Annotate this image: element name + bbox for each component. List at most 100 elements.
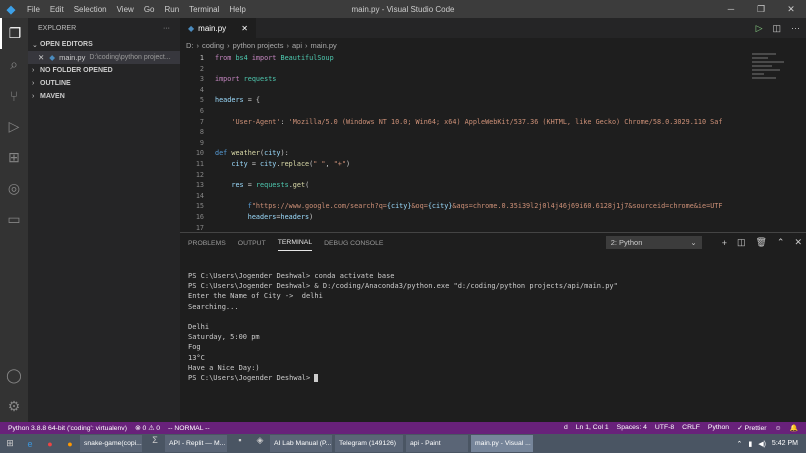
breadcrumb-item[interactable]: python projects <box>233 41 284 50</box>
taskbar-app[interactable]: Telegram (149126) <box>335 435 403 452</box>
menu-go[interactable]: Go <box>144 5 155 14</box>
new-terminal-icon[interactable]: + <box>722 238 727 248</box>
problems-count[interactable]: ⊗ 0 ⚠ 0 <box>135 424 160 432</box>
menu-file[interactable]: File <box>27 5 40 14</box>
tab-output[interactable]: OUTPUT <box>238 236 266 251</box>
status-item[interactable]: Spaces: 4 <box>617 424 647 432</box>
extensions-icon[interactable]: ⊞ <box>0 142 28 173</box>
code-token: = { <box>243 96 261 105</box>
volume-icon[interactable]: ◀) <box>758 440 766 448</box>
tab-main-py[interactable]: ◆ main.py ✕ <box>180 18 256 38</box>
breadcrumb-item[interactable]: main.py <box>311 41 337 50</box>
code-line[interactable]: 9 <box>180 138 806 149</box>
code-line[interactable]: 8 <box>180 127 806 138</box>
more-actions-button[interactable]: ··· <box>163 25 170 32</box>
remote-icon[interactable]: ◎ <box>0 173 28 204</box>
tab-problems[interactable]: PROBLEMS <box>188 236 226 251</box>
code-line[interactable]: 12 <box>180 170 806 181</box>
code-editor[interactable]: 1 from bs4 import BeautifulSoup 2 3 import r… <box>180 53 806 233</box>
status-item[interactable]: Ln 1, Col 1 <box>576 424 609 432</box>
menu-run[interactable]: Run <box>164 5 179 14</box>
taskbar-app[interactable]: api - Paint <box>406 435 468 452</box>
network-icon[interactable]: ▮ <box>748 440 752 448</box>
python-interpreter[interactable]: Python 3.8.8 64-bit ('coding': virtualen… <box>8 425 127 432</box>
code-line[interactable]: 1 from bs4 import BeautifulSoup <box>180 53 806 64</box>
code-line[interactable]: 4 <box>180 85 806 96</box>
menu-help[interactable]: Help <box>229 5 245 14</box>
notifications-icon[interactable]: 🔔 <box>790 424 798 432</box>
close-window-icon[interactable]: ✕ <box>776 0 806 18</box>
terminal-select[interactable]: 2: Python ⌄ <box>605 236 702 249</box>
edge-icon[interactable]: e <box>20 439 40 449</box>
tab-debug-console[interactable]: DEBUG CONSOLE <box>324 236 383 251</box>
code-token: = <box>247 159 261 168</box>
start-icon[interactable]: ⊞ <box>0 438 20 449</box>
clock[interactable]: 5:42 PM <box>772 440 798 447</box>
tray-up-icon[interactable]: ⌃ <box>736 440 742 448</box>
status-item[interactable]: CRLF <box>682 424 700 432</box>
terminal-output[interactable]: PS C:\Users\Jogender Deshwal> conda acti… <box>180 253 806 383</box>
taskbar-app[interactable]: API - Replit — M... <box>165 435 227 452</box>
breadcrumb-item[interactable]: D: <box>186 41 194 50</box>
menu-terminal[interactable]: Terminal <box>189 5 219 14</box>
run-debug-icon[interactable]: ▷ <box>0 111 28 142</box>
account-icon[interactable]: ◯ <box>0 360 28 391</box>
split-editor-icon[interactable]: ◫ <box>772 23 781 34</box>
breadcrumb-item[interactable]: coding <box>202 41 224 50</box>
close-tab-icon[interactable]: ✕ <box>241 24 248 33</box>
code-line[interactable]: 7 'User-Agent': 'Mozilla/5.0 (Windows NT… <box>180 117 806 128</box>
status-item[interactable]: Python <box>708 424 729 432</box>
more-icon[interactable]: ··· <box>791 23 800 33</box>
code-line[interactable]: 11 city = city. replace(" ", "+") <box>180 159 806 170</box>
source-control-icon[interactable]: ⑂ <box>0 80 28 111</box>
run-icon[interactable]: ▷ <box>756 23 763 34</box>
menu-view[interactable]: View <box>117 5 134 14</box>
restore-icon[interactable]: ❐ <box>746 0 776 18</box>
menu-selection[interactable]: Selection <box>74 5 107 14</box>
chrome-icon[interactable]: ● <box>40 439 60 449</box>
maven-section[interactable]: › MAVEN <box>28 90 180 103</box>
cmd-icon[interactable]: ▪ <box>230 435 250 452</box>
no-folder-section[interactable]: › NO FOLDER OPENED <box>28 64 180 77</box>
status-item[interactable]: UTF-8 <box>655 424 674 432</box>
code-line[interactable]: 14 <box>180 191 806 202</box>
section-label: NO FOLDER OPENED <box>40 67 113 74</box>
split-terminal-icon[interactable]: ◫ <box>737 237 746 248</box>
explorer-icon[interactable]: ❐ <box>0 18 28 49</box>
chrome-canary-icon[interactable]: ● <box>60 439 80 449</box>
close-panel-icon[interactable]: ✕ <box>794 237 802 248</box>
code-line[interactable]: 10 def weather(city): <box>180 148 806 159</box>
code-line[interactable]: 16 headers = headers) <box>180 212 806 223</box>
taskbar-app[interactable]: AI Lab Manual (P... <box>270 435 332 452</box>
tab-terminal[interactable]: TERMINAL <box>277 235 313 251</box>
code-line[interactable]: 5 headers = { <box>180 95 806 106</box>
code-line[interactable]: 3 import requests <box>180 74 806 85</box>
close-icon[interactable]: ✕ <box>38 53 44 62</box>
brave-icon[interactable]: ◈ <box>250 435 270 452</box>
breadcrumb-item[interactable]: api <box>292 41 302 50</box>
code-line[interactable]: 13 res = requests. get( <box>180 180 806 191</box>
code-line[interactable]: 15 f "https://www.google.com/search?q= {ci… <box>180 201 806 212</box>
open-editors-section[interactable]: ⌄ OPEN EDITORS <box>28 38 180 51</box>
folder-icon[interactable]: ▭ <box>0 204 28 235</box>
minimap[interactable] <box>752 53 792 113</box>
section-label: OPEN EDITORS <box>40 41 93 48</box>
code-line[interactable]: 2 <box>180 64 806 75</box>
code-line[interactable]: 6 <box>180 106 806 117</box>
settings-gear-icon[interactable]: ⚙ <box>0 391 28 422</box>
menu-edit[interactable]: Edit <box>50 5 64 14</box>
trash-icon[interactable]: 🗑 <box>755 237 766 248</box>
search-icon[interactable]: ⌕ <box>0 49 28 80</box>
status-item[interactable]: ✓ Prettier <box>737 424 767 432</box>
outline-section[interactable]: › OUTLINE <box>28 77 180 90</box>
taskbar-app[interactable]: main.py - Visual ... <box>471 435 533 452</box>
minimize-icon[interactable]: ─ <box>716 0 746 18</box>
feedback-icon[interactable]: ☺ <box>775 425 782 432</box>
terminal-prompt-line[interactable]: PS C:\Users\Jogender Deshwal> <box>188 373 806 383</box>
taskbar-app[interactable]: snake-game(copi... <box>80 435 142 452</box>
section-label: OUTLINE <box>40 80 71 87</box>
terminal-app-icon[interactable]: Σ <box>145 435 165 452</box>
status-item[interactable]: d <box>564 424 568 432</box>
open-editor-item[interactable]: ✕ ◆ main.py D:\coding\python project... <box>28 51 180 64</box>
maximize-panel-icon[interactable]: ⌃ <box>777 237 785 248</box>
